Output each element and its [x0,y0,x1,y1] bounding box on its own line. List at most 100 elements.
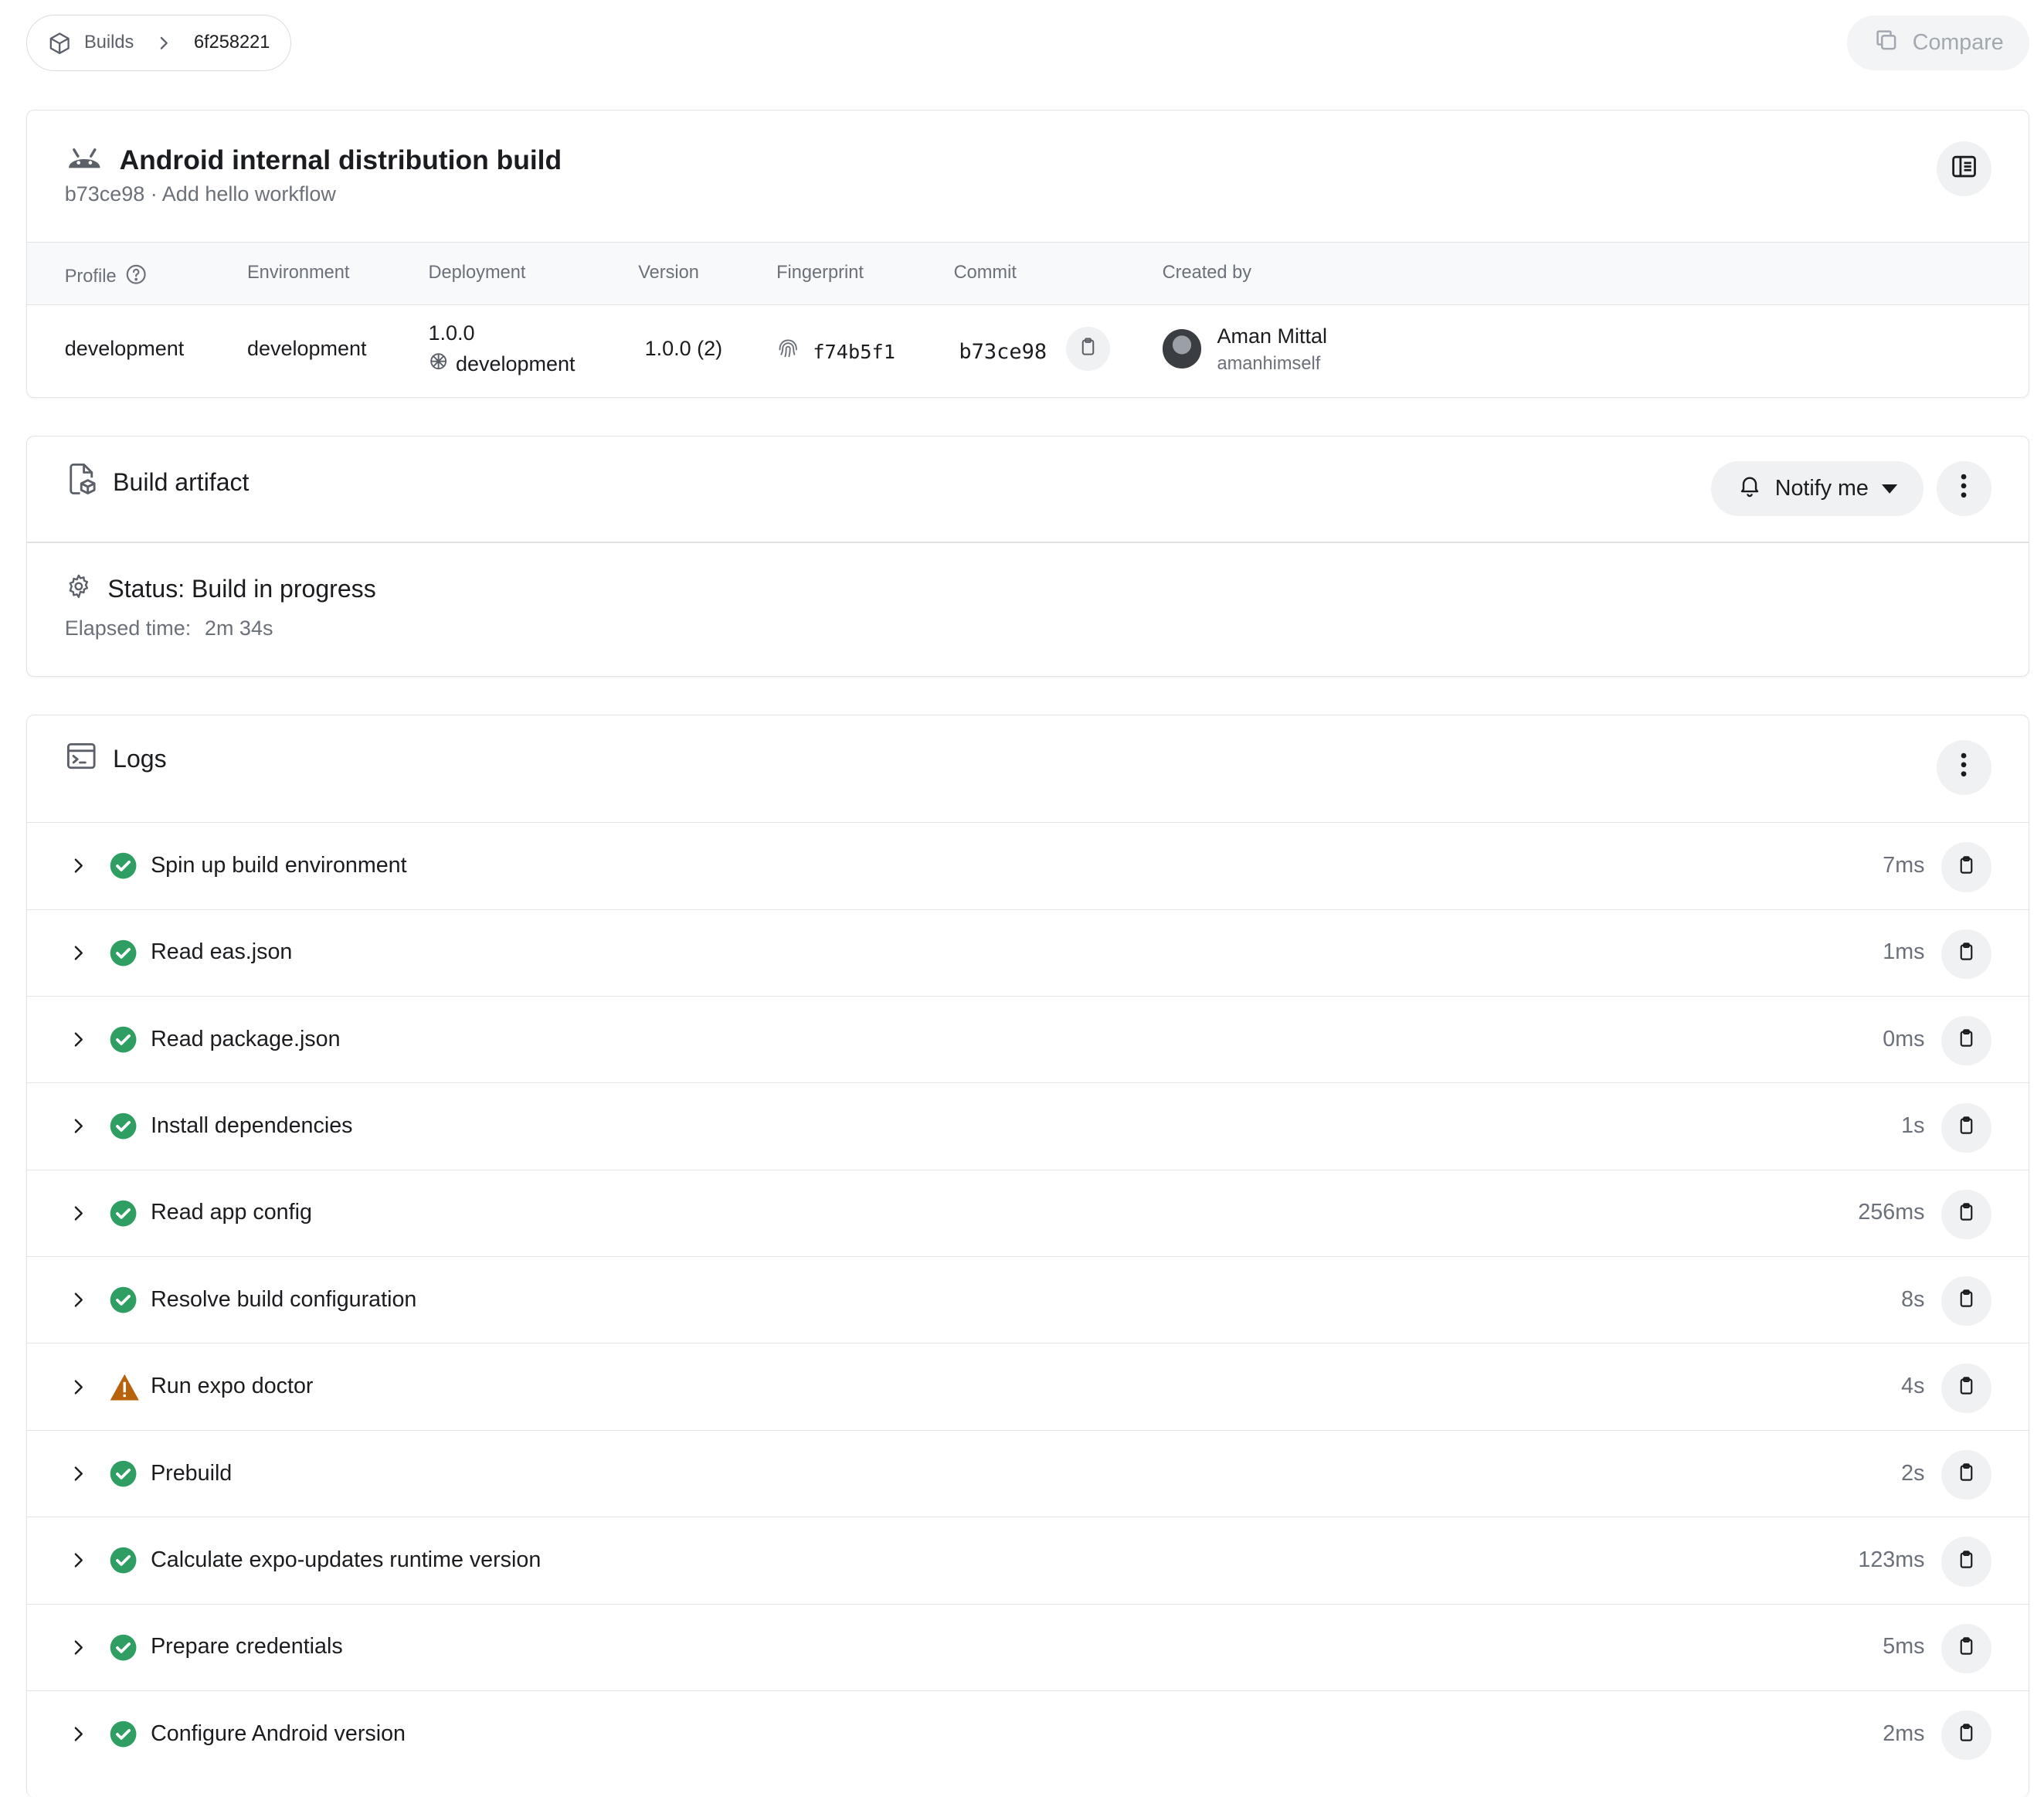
commit-link[interactable]: b73ce98 [959,340,1047,364]
log-step-duration: 2s [1901,1460,1925,1486]
fingerprint-link[interactable]: f74b5f1 [776,337,895,365]
notify-me-button[interactable]: Notify me [1711,460,1923,516]
chevron-right-icon[interactable] [70,1289,88,1316]
log-step-row[interactable]: Prebuild 2s [26,1429,2029,1517]
chevron-right-icon[interactable] [70,1203,88,1229]
copy-log-button[interactable] [1941,1623,1991,1673]
avatar [1162,329,1202,369]
log-step-row[interactable]: Resolve build configuration 8s [26,1256,2029,1343]
log-step-duration: 0ms [1883,1026,1925,1051]
chevron-right-icon [154,34,173,53]
log-step-duration: 5ms [1883,1634,1925,1659]
clipboard-icon [1956,941,1977,967]
logs-more-button[interactable] [1936,739,1991,795]
clipboard-icon [1956,1028,1977,1054]
check-circle-icon [109,939,138,973]
chevron-right-icon[interactable] [70,943,88,969]
chevron-right-icon[interactable] [70,1550,88,1576]
copy-log-button[interactable] [1941,1276,1991,1327]
check-circle-icon [109,1633,138,1667]
copy-log-button[interactable] [1941,1537,1991,1587]
build-detail-view: Builds 6f258221 Compare Android internal… [0,0,2044,1797]
artifact-card-header: Build artifact [66,462,249,502]
log-step-row[interactable]: Configure Android version 2ms [26,1690,2029,1777]
elapsed-time-label: Elapsed time: [64,616,192,640]
artifact-divider [26,542,2029,543]
copy-commit-button[interactable] [1065,326,1111,372]
clipboard-icon [1078,336,1098,362]
log-step-duration: 7ms [1883,852,1925,878]
build-meta-header: Profile Environment Deployment Version F… [26,242,2029,305]
build-status: Status: Build in progress [66,573,376,606]
clipboard-icon [1956,1549,1977,1575]
file-package-icon [66,462,97,502]
check-circle-icon [109,1720,138,1754]
dots-vertical-icon [1960,752,1968,783]
copy-log-button[interactable] [1941,1102,1991,1153]
log-step-row[interactable]: Read package.json 0ms [26,995,2029,1082]
copy-log-button[interactable] [1941,1710,1991,1761]
log-step-row[interactable]: Prepare credentials 5ms [26,1603,2029,1690]
artifact-card-title: Build artifact [113,467,250,496]
chevron-right-icon[interactable] [70,1463,88,1490]
build-header: Android internal distribution build b73c… [65,144,562,206]
clipboard-icon [1956,854,1977,881]
log-step-label: Prepare credentials [151,1634,343,1659]
chevron-right-icon[interactable] [70,1116,88,1142]
chevron-right-icon[interactable] [70,855,88,882]
top-bar: Builds 6f258221 Compare [25,15,2030,72]
log-step-row[interactable]: Spin up build environment 7ms [26,822,2029,909]
check-circle-icon [109,1546,138,1580]
environment-value: development [246,337,367,361]
copy-log-button[interactable] [1941,1189,1991,1240]
chevron-right-icon[interactable] [70,1637,88,1663]
log-step-label: Read eas.json [151,939,293,965]
chevron-right-icon[interactable] [70,1724,88,1750]
build-subtitle: b73ce98 · Add hello workflow [64,182,336,206]
logs-card-title: Logs [113,744,167,773]
clipboard-icon [1956,1462,1977,1488]
copy-log-button[interactable] [1941,1016,1991,1066]
toggle-sidebar-button[interactable] [1936,141,1991,197]
log-step-row[interactable]: Run expo doctor 4s [26,1343,2029,1429]
build-status-text: Status: Build in progress [107,575,376,603]
copy-log-button[interactable] [1941,842,1991,892]
check-circle-icon [109,1199,138,1233]
meta-header-commit: Commit [953,262,1017,283]
copy-log-button[interactable] [1941,1450,1991,1500]
log-step-row[interactable]: Read eas.json 1ms [26,909,2029,996]
log-step-duration: 2ms [1883,1721,1925,1746]
elapsed-time: Elapsed time: 2m 34s [65,617,273,640]
clipboard-icon [1956,1722,1977,1748]
log-step-row[interactable]: Read app config 256ms [26,1169,2029,1256]
log-step-duration: 123ms [1858,1547,1925,1572]
clipboard-icon [1956,1115,1977,1141]
log-step-row[interactable]: Calculate expo-updates runtime version 12… [26,1517,2029,1603]
creator-name[interactable]: Aman Mittal [1217,324,1327,348]
meta-header-version: Version [638,262,699,283]
meta-header-profile: Profile [65,263,148,291]
deployment-channel-label: development [455,352,576,375]
copy-log-button[interactable] [1941,1363,1991,1413]
check-circle-icon [109,1025,138,1059]
artifact-more-button[interactable] [1936,460,1991,516]
help-circle-icon[interactable] [124,263,148,291]
chevron-right-icon[interactable] [70,1377,88,1403]
breadcrumb: Builds 6f258221 [25,15,292,72]
copy-log-button[interactable] [1941,929,1991,979]
meta-header-created-by: Created by [1162,262,1252,283]
cube-icon [48,32,71,55]
log-step-row[interactable]: Install dependencies 1s [26,1082,2029,1169]
warning-triangle-icon [109,1373,141,1407]
dots-vertical-icon [1960,473,1968,504]
compare-button[interactable]: Compare [1847,15,2030,71]
caret-down-icon [1881,476,1897,501]
deployment-version-link[interactable]: 1.0.0 [429,321,475,345]
check-circle-icon [109,1112,138,1146]
deployment-channel[interactable]: development [429,352,576,376]
log-step-label: Read app config [151,1200,312,1225]
log-step-label: Spin up build environment [151,852,407,878]
logs-card: Logs Spin up build environment 7ms Read ea… [25,714,2030,1797]
chevron-right-icon[interactable] [70,1029,88,1055]
breadcrumb-builds-link[interactable]: Builds [84,32,134,53]
